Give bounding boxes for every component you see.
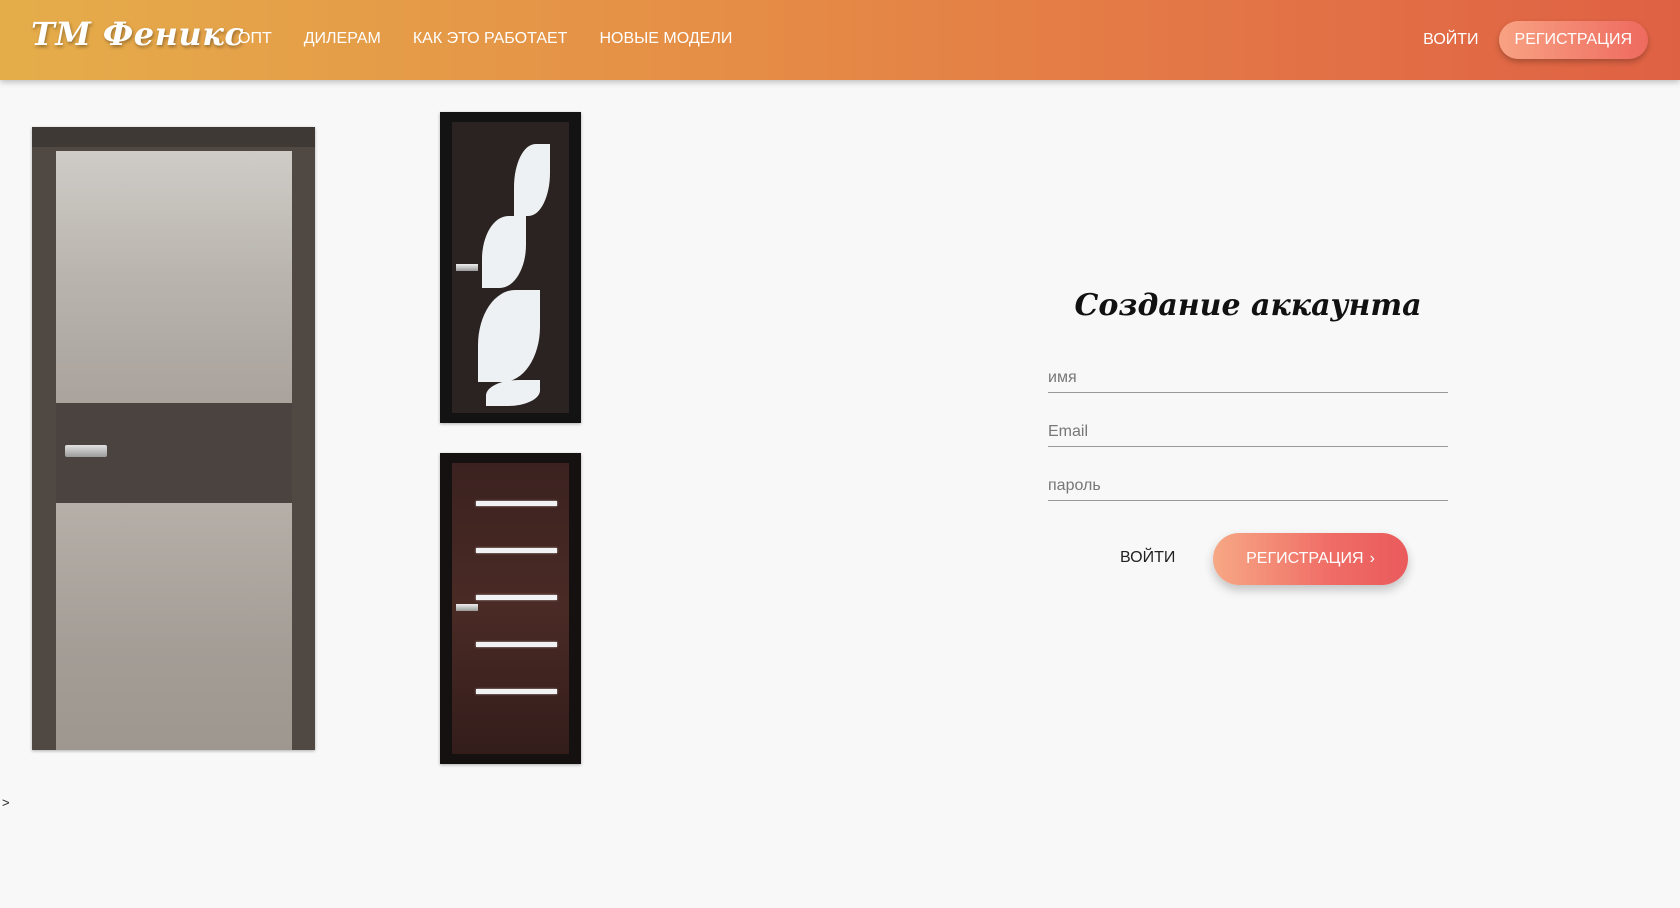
- email-input[interactable]: [1048, 418, 1448, 447]
- door-glass-slat: [476, 642, 557, 647]
- name-input[interactable]: [1048, 364, 1448, 393]
- form-register-button[interactable]: РЕГИСТРАЦИЯ ›: [1213, 533, 1408, 585]
- form-register-label: РЕГИСТРАЦИЯ: [1246, 550, 1364, 567]
- door-frame-top: [32, 127, 315, 147]
- chevron-right-icon: ›: [1369, 550, 1375, 567]
- brand-logo[interactable]: ТМ Феникс: [31, 15, 244, 53]
- door-glass-insert: [478, 290, 540, 382]
- door-image-arched: [440, 112, 581, 423]
- nav-links: ОПТ ДИЛЕРАМ КАК ЭТО РАБОТАЕТ НОВЫЕ МОДЕЛ…: [238, 30, 764, 48]
- door-glass-slat: [476, 689, 557, 694]
- navbar: ТМ Феникс ОПТ ДИЛЕРАМ КАК ЭТО РАБОТАЕТ Н…: [0, 0, 1680, 80]
- door-glass-upper: [56, 151, 292, 403]
- stray-text: >: [2, 795, 10, 810]
- form-title: Создание аккаунта: [1074, 288, 1422, 323]
- door-handle: [456, 264, 478, 271]
- door-glass-insert: [482, 216, 526, 288]
- nav-item-dealers[interactable]: ДИЛЕРАМ: [304, 30, 381, 48]
- nav-account: ВОЙТИ РЕГИСТРАЦИЯ: [1423, 21, 1648, 59]
- login-link[interactable]: ВОЙТИ: [1423, 31, 1478, 49]
- door-glass-insert: [486, 380, 540, 406]
- nav-item-new-models[interactable]: НОВЫЕ МОДЕЛИ: [599, 30, 732, 48]
- door-image-glass: [32, 127, 315, 750]
- door-glass-slat: [476, 501, 557, 506]
- password-input[interactable]: [1048, 472, 1448, 501]
- nav-item-opt[interactable]: ОПТ: [238, 30, 272, 48]
- register-button[interactable]: РЕГИСТРАЦИЯ: [1498, 21, 1648, 59]
- door-image-slats: [440, 453, 581, 764]
- door-handle: [65, 445, 107, 457]
- door-glass-insert: [514, 144, 550, 216]
- form-login-link[interactable]: ВОЙТИ: [1120, 549, 1175, 567]
- door-handle: [456, 604, 478, 611]
- door-glass-slat: [476, 548, 557, 553]
- door-glass-slat: [476, 595, 557, 600]
- nav-item-how-it-works[interactable]: КАК ЭТО РАБОТАЕТ: [413, 30, 568, 48]
- door-glass-lower: [56, 503, 292, 750]
